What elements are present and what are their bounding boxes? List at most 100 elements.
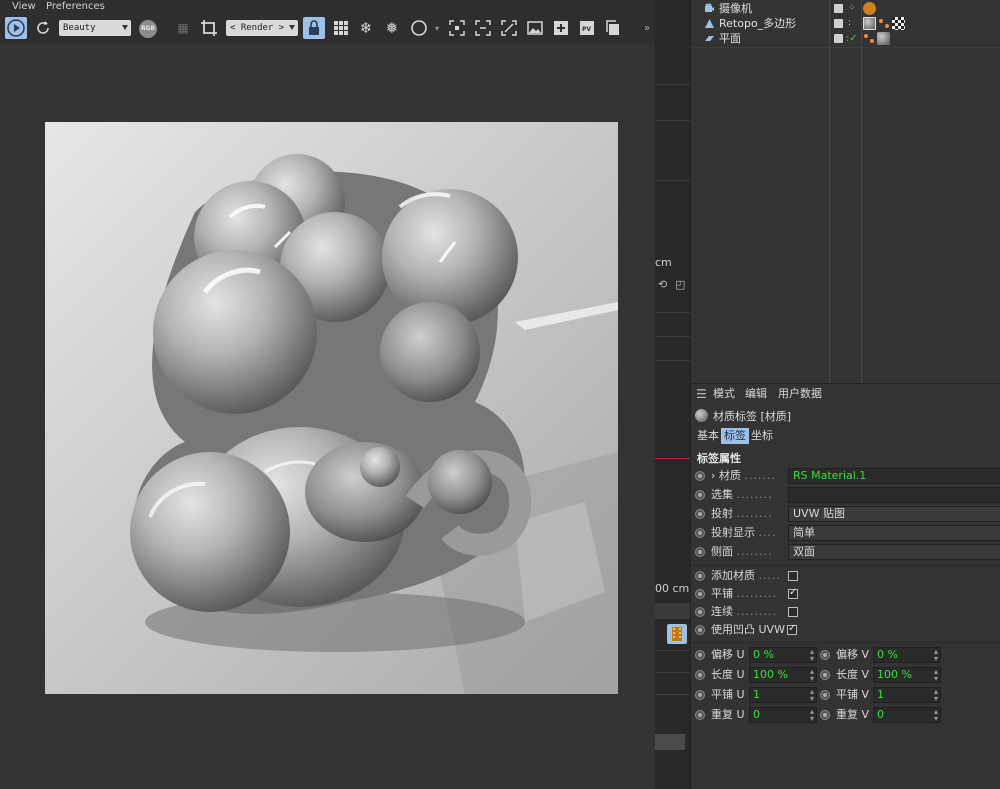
render-mode-dropdown[interactable]: < Render > — [226, 20, 298, 36]
length-v-field[interactable]: 100 % ▴ ▾ — [873, 667, 941, 683]
film-strip-button[interactable] — [667, 624, 687, 644]
side-dropdown[interactable]: 双面 — [788, 544, 1000, 560]
spinner-icon[interactable]: ▴ ▾ — [810, 688, 814, 703]
phong-tag-icon[interactable] — [878, 17, 891, 30]
enabled-check-icon[interactable]: :✓ — [846, 31, 858, 46]
edit-region-icon — [501, 20, 517, 36]
animation-dot-icon[interactable] — [695, 625, 705, 635]
length-u-field[interactable]: 100 % ▴ ▾ — [749, 667, 817, 683]
tab-basic[interactable]: 基本 — [694, 428, 722, 444]
start-render-button[interactable] — [5, 17, 27, 39]
layer-checkbox[interactable] — [834, 19, 843, 28]
animation-dot-icon[interactable] — [695, 710, 705, 720]
menu-user-data[interactable]: 用户数据 — [778, 384, 822, 404]
layout-small-icon[interactable]: ◰ — [675, 278, 685, 291]
freeze-button[interactable]: ❄ — [355, 17, 377, 39]
object-row-retopo[interactable]: Retopo_多边形 : — [691, 16, 1000, 31]
field-value: 0 % — [877, 648, 898, 661]
menu-view[interactable]: View — [12, 0, 36, 14]
lock-button[interactable] — [303, 17, 325, 39]
phong-tag-icon[interactable] — [863, 32, 876, 45]
material-tag-icon[interactable] — [863, 17, 876, 30]
spinner-icon[interactable]: ▴ ▾ — [810, 708, 814, 723]
spinner-icon[interactable]: ▴ ▾ — [810, 668, 814, 683]
offset-u-field[interactable]: 0 % ▴ ▾ — [749, 647, 817, 663]
animation-dot-icon[interactable] — [695, 547, 705, 557]
chevron-down-icon[interactable]: ▾ — [426, 17, 448, 39]
selection-field[interactable] — [788, 487, 1000, 503]
material-link-field[interactable]: RS Material.1 — [788, 468, 1000, 484]
visibility-dots-icon[interactable]: ⁘ — [848, 1, 856, 16]
spinner-icon[interactable]: ▴ ▾ — [934, 688, 938, 703]
refresh-button[interactable] — [32, 17, 54, 39]
animation-dot-icon[interactable] — [695, 670, 705, 680]
animation-dot-icon[interactable] — [820, 670, 830, 680]
freeze-scene-button[interactable]: ❅ — [381, 17, 403, 39]
field-value: 0 % — [753, 648, 774, 661]
field-stub[interactable] — [655, 603, 690, 619]
chevron-down-icon — [122, 25, 128, 30]
uvw-tag-icon[interactable] — [892, 17, 905, 30]
edit-region-button[interactable] — [498, 17, 520, 39]
tab-coordinates[interactable]: 坐标 — [748, 428, 776, 444]
tile-checkbox[interactable] — [788, 587, 798, 599]
use-bump-uvw-checkbox[interactable] — [787, 623, 797, 635]
aov-dropdown[interactable]: Beauty — [59, 20, 131, 36]
property-label: 使用凹凸 UVW — [711, 623, 785, 636]
offset-v-field[interactable]: 0 % ▴ ▾ — [873, 647, 941, 663]
rgb-channel-button[interactable]: RGB — [139, 20, 157, 38]
projection-dropdown[interactable]: UVW 贴图 — [788, 506, 1000, 522]
animation-dot-icon[interactable] — [820, 710, 830, 720]
image-button[interactable] — [524, 17, 546, 39]
protection-tag-icon[interactable] — [863, 2, 876, 15]
add-material-checkbox[interactable] — [788, 571, 798, 581]
grid-button[interactable] — [330, 17, 352, 39]
pv-button[interactable]: PV — [576, 17, 598, 39]
animation-dot-icon[interactable] — [695, 471, 705, 481]
menu-edit[interactable]: 编辑 — [745, 384, 767, 404]
visibility-dots-icon[interactable]: : — [848, 16, 851, 31]
layer-checkbox[interactable] — [834, 4, 843, 13]
object-row-plane[interactable]: 平面 :✓ — [691, 31, 1000, 46]
projection-display-dropdown[interactable]: 简单 — [788, 525, 1000, 541]
spinner-icon[interactable]: ▴ ▾ — [810, 648, 814, 663]
spinner-icon[interactable]: ▴ ▾ — [934, 708, 938, 723]
property-selection: 选集 ........ — [691, 486, 1000, 504]
animation-dot-icon[interactable] — [695, 589, 705, 599]
animation-dot-icon[interactable] — [820, 650, 830, 660]
animation-dot-icon[interactable] — [820, 690, 830, 700]
tiles-v-field[interactable]: 1 ▴ ▾ — [873, 687, 941, 703]
crop-button[interactable] — [198, 17, 220, 39]
menu-mode[interactable]: 模式 — [713, 384, 735, 404]
animation-dot-icon[interactable] — [695, 490, 705, 500]
material-tag-icon[interactable] — [877, 32, 890, 45]
more-tools-icon[interactable]: » — [640, 17, 654, 39]
layer-checkbox[interactable] — [834, 34, 843, 43]
refresh-small-icon[interactable]: ⟲ — [658, 278, 667, 291]
menu-preferences[interactable]: Preferences — [46, 0, 105, 14]
animation-dot-icon[interactable] — [695, 650, 705, 660]
hamburger-menu-icon[interactable]: ☰ — [696, 384, 707, 404]
animation-dot-icon[interactable] — [695, 607, 705, 617]
render-image-canvas — [45, 122, 618, 694]
animation-dot-icon[interactable] — [695, 571, 705, 581]
plane-object-icon — [705, 36, 714, 41]
seamless-checkbox[interactable] — [788, 607, 798, 617]
tab-tag[interactable]: 标签 — [721, 428, 749, 444]
focus-button[interactable] — [446, 17, 468, 39]
copy-button[interactable] — [602, 17, 624, 39]
repeat-v-field[interactable]: 0 ▴ ▾ — [873, 707, 941, 723]
animation-dot-icon[interactable] — [695, 509, 705, 519]
add-snapshot-button[interactable] — [550, 17, 572, 39]
animation-dot-icon[interactable] — [695, 528, 705, 538]
repeat-u-field[interactable]: 0 ▴ ▾ — [749, 707, 817, 723]
button-stub[interactable] — [655, 734, 685, 750]
object-row-camera[interactable]: 摄像机 ⁘ — [691, 1, 1000, 16]
region-button[interactable] — [472, 17, 494, 39]
animation-dot-icon[interactable] — [695, 690, 705, 700]
spinner-icon[interactable]: ▴ ▾ — [934, 668, 938, 683]
field-value: 100 % — [877, 668, 912, 681]
spinner-icon[interactable]: ▴ ▾ — [934, 648, 938, 663]
tiles-u-field[interactable]: 1 ▴ ▾ — [749, 687, 817, 703]
property-label: 长度 V — [836, 668, 870, 681]
